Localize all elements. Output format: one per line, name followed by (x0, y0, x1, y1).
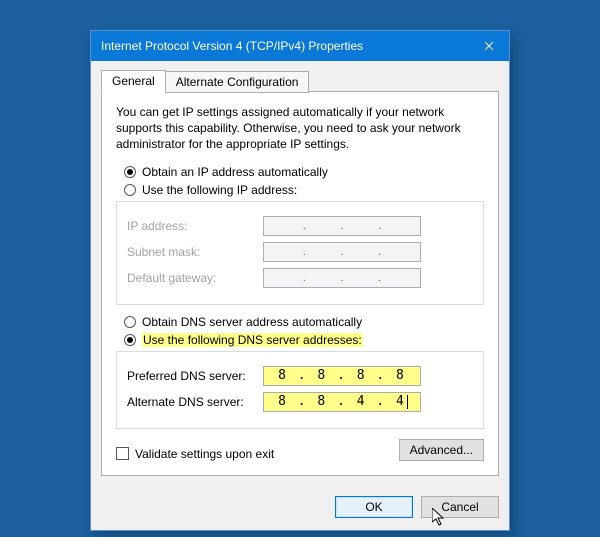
subnet-mask-input: ... (263, 242, 421, 262)
alternate-dns-label: Alternate DNS server: (127, 395, 263, 409)
intro-text: You can get IP settings assigned automat… (116, 104, 484, 153)
dns-fields-group: Preferred DNS server: 8 . 8 . 8 . 8 Alte… (116, 351, 484, 429)
tab-general[interactable]: General (101, 70, 166, 92)
radio-ip-manual[interactable]: Use the following IP address: (124, 183, 484, 197)
default-gateway-input: ... (263, 268, 421, 288)
tab-alternate[interactable]: Alternate Configuration (165, 71, 310, 93)
titlebar[interactable]: Internet Protocol Version 4 (TCP/IPv4) P… (91, 31, 509, 61)
radio-icon (124, 184, 136, 196)
radio-label: Use the following DNS server addresses: (142, 333, 363, 347)
radio-dns-auto[interactable]: Obtain DNS server address automatically (124, 315, 484, 329)
close-button[interactable] (469, 31, 509, 61)
radio-icon (124, 166, 136, 178)
advanced-button[interactable]: Advanced... (399, 439, 484, 461)
radio-label: Obtain an IP address automatically (142, 165, 328, 179)
ip-address-input: ... (263, 216, 421, 236)
checkbox-icon (116, 447, 129, 460)
ipv4-properties-dialog: Internet Protocol Version 4 (TCP/IPv4) P… (90, 30, 510, 531)
default-gateway-label: Default gateway: (127, 271, 263, 285)
preferred-dns-label: Preferred DNS server: (127, 369, 263, 383)
subnet-mask-label: Subnet mask: (127, 245, 263, 259)
tabs: General Alternate Configuration (101, 70, 499, 92)
ip-address-label: IP address: (127, 219, 263, 233)
ip-fields-group: IP address: ... Subnet mask: ... Default… (116, 201, 484, 305)
cancel-button[interactable]: Cancel (421, 496, 499, 518)
preferred-dns-value: 8 . 8 . 8 . 8 (278, 368, 406, 383)
radio-icon (124, 316, 136, 328)
text-caret (407, 395, 408, 409)
validate-checkbox[interactable]: Validate settings upon exit (116, 447, 274, 461)
close-icon (484, 41, 494, 51)
radio-dns-manual[interactable]: Use the following DNS server addresses: (124, 333, 484, 347)
radio-icon (124, 334, 136, 346)
alternate-dns-value: 8 . 8 . 4 . 4 (278, 394, 406, 409)
alternate-dns-input[interactable]: 8 . 8 . 4 . 4 (263, 392, 421, 412)
radio-label: Use the following IP address: (142, 183, 297, 197)
radio-label: Obtain DNS server address automatically (142, 315, 362, 329)
window-title: Internet Protocol Version 4 (TCP/IPv4) P… (101, 39, 469, 53)
radio-ip-auto[interactable]: Obtain an IP address automatically (124, 165, 484, 179)
preferred-dns-input[interactable]: 8 . 8 . 8 . 8 (263, 366, 421, 386)
ok-button[interactable]: OK (335, 496, 413, 518)
general-panel: You can get IP settings assigned automat… (101, 91, 499, 476)
validate-label: Validate settings upon exit (135, 447, 274, 461)
dialog-footer: OK Cancel (91, 486, 509, 530)
